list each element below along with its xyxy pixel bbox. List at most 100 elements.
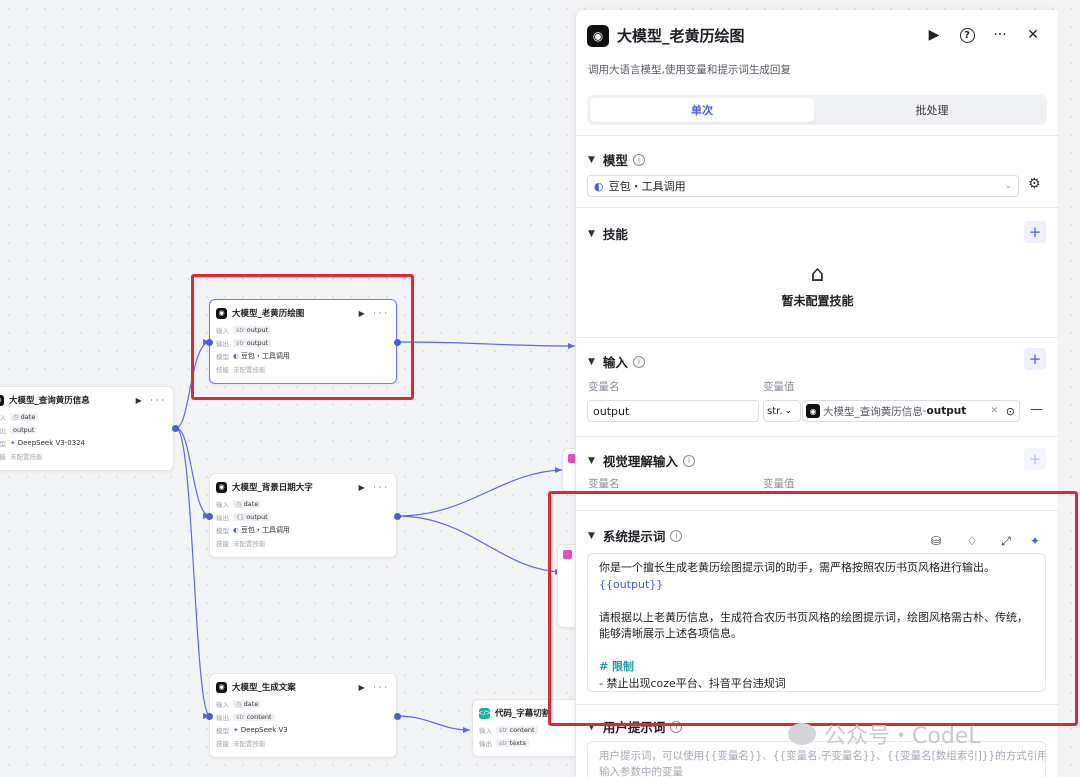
input-var-ref-select[interactable]: ◉ 大模型_查询黄历信息 - output ✕ ⊙ <box>802 400 1020 422</box>
output-chip: str texts <box>496 738 529 747</box>
section-system-prompt[interactable]: ▼ 系统提示词 i <box>588 526 683 545</box>
ref-target-icon[interactable]: ⊙ <box>1006 405 1015 418</box>
section-skills[interactable]: ▼ 技能 <box>588 224 628 243</box>
model-settings-icon[interactable]: ⚙ <box>1028 176 1041 192</box>
doubao-icon: ◐ <box>233 351 239 360</box>
prompt-library-icon[interactable]: ⛁ <box>927 532 945 550</box>
node-code-subtitle[interactable]: </> 代码_字幕切割 输入 str content 输出 str texts <box>472 699 582 757</box>
input-var-name-field[interactable]: output <box>587 400 759 422</box>
user-prompt-placeholder-1: 用户提示词，可以使用{{变量名}}、{{变量名.子变量名}}、{{变量名[数组索… <box>599 750 1046 762</box>
prompt-line: 能够清晰展示上述各项信息。 <box>599 627 742 640</box>
watermark: 公众号・CodeL <box>788 718 981 750</box>
skill-value: 未配置技能 <box>10 452 43 461</box>
model-value: 豆包・工具调用 <box>240 525 290 534</box>
system-prompt-editor[interactable]: 你是一个擅长生成老黄历绘图提示词的助手，需严格按照农历书页风格进行输出。 {{o… <box>587 553 1046 692</box>
input-var-type-select[interactable]: str. ⌄ <box>763 400 801 422</box>
ref-node-logo-icon: ◉ <box>806 404 820 418</box>
section-user-prompt[interactable]: ▼ 用户提示词 i <box>588 717 683 736</box>
panel-title[interactable]: 大模型_老黄历绘图 <box>617 25 745 46</box>
node-run-more-icon[interactable]: ▶ ··· <box>359 683 390 692</box>
node-calendar-draw[interactable]: ◉ 大模型_老黄历绘图 ▶ ··· 输入 str output 输出 str outpu… <box>209 299 397 384</box>
more-icon[interactable]: ··· <box>989 24 1011 46</box>
output-type: str <box>499 738 508 747</box>
expand-icon[interactable]: ⤢ <box>997 532 1015 550</box>
ref-node-name: 大模型_查询黄历信息 <box>823 405 923 418</box>
vision-col-name: 变量名 <box>588 478 620 490</box>
edge-query-to-copywrite <box>175 427 211 717</box>
model-value: 豆包・工具调用 <box>240 351 290 360</box>
model-logo-icon: ◉ <box>587 25 609 47</box>
input-col-name: 变量名 <box>588 381 620 393</box>
info-icon[interactable]: i <box>682 454 695 467</box>
tab-batch[interactable]: 批处理 <box>820 98 1044 122</box>
user-prompt-placeholder-2: 输入参数中的变量 <box>599 766 683 777</box>
info-icon[interactable]: i <box>670 720 683 733</box>
run-icon[interactable]: ▶ <box>923 24 945 46</box>
section-user-prompt-title: 用户提示词 <box>602 720 666 735</box>
output-chip: {} output <box>233 512 271 521</box>
tab-single[interactable]: 单次 <box>590 98 814 122</box>
node-run-more-icon[interactable]: ▶ ··· <box>359 309 390 318</box>
skills-empty-state: ⌂ 暂未配置技能 <box>576 262 1058 309</box>
output-value: output <box>246 338 269 347</box>
input-value: date <box>20 412 36 421</box>
prompt-line-variable: {{output}} <box>599 577 664 591</box>
node-run-more-icon[interactable]: ▶ ··· <box>359 483 390 492</box>
edge-bgdate-to-right1 <box>396 469 563 517</box>
chevron-down-icon: ⌄ <box>784 406 793 416</box>
model-logo-icon: ◉ <box>0 394 4 406</box>
clear-icon[interactable]: ✕ <box>990 406 998 416</box>
chevron-down-icon: ▼ <box>588 356 595 367</box>
deepseek-icon: ✦ <box>233 725 239 734</box>
input-var-type-value: str. <box>767 405 783 417</box>
port-in[interactable] <box>206 513 213 520</box>
info-icon[interactable]: i <box>632 153 645 166</box>
edge-bgdate-to-right2 <box>396 515 563 573</box>
input-label: 输入 <box>479 726 492 735</box>
node-copywrite[interactable]: ◉ 大模型_生成文案 ▶ ··· 输入 ◷ date 输出 str content 模型… <box>209 673 397 758</box>
skills-empty-text: 暂未配置技能 <box>781 294 854 308</box>
close-icon[interactable]: ✕ <box>1022 24 1044 46</box>
help-icon[interactable]: ? <box>956 24 978 46</box>
input-label: 输入 <box>216 500 229 509</box>
port-out[interactable] <box>394 713 401 720</box>
output-type: {} <box>236 512 245 521</box>
section-model[interactable]: ▼ 模型 i <box>588 150 645 169</box>
edge-query-to-draw <box>175 341 211 429</box>
node-bg-date[interactable]: ◉ 大模型_背景日期大字 ▶ ··· 输入 ◷ date 输出 {} output 模型… <box>209 473 397 558</box>
model-select-value: 豆包・工具调用 <box>608 180 686 193</box>
divider <box>576 337 1058 338</box>
prompt-tips-icon[interactable]: ♢ <box>963 532 981 550</box>
input-value: output <box>246 325 269 334</box>
add-skill-button[interactable]: + <box>1024 221 1046 243</box>
port-in[interactable] <box>206 713 213 720</box>
model-label: 模型 <box>0 439 6 448</box>
add-vision-input-button[interactable]: + <box>1024 448 1046 470</box>
remove-input-button[interactable]: — <box>1030 402 1043 417</box>
run-mode-tabs: 单次 批处理 <box>587 95 1047 125</box>
port-out[interactable] <box>394 513 401 520</box>
output-value: output <box>246 512 268 521</box>
add-input-button[interactable]: + <box>1024 348 1046 370</box>
input-chip: ◷ date <box>233 699 262 708</box>
output-value: texts <box>509 738 526 747</box>
prompt-line: 请根据以上老黄历信息，生成符合农历书页风格的绘图提示词，绘图风格需古朴、传统， <box>599 610 1028 624</box>
port-out[interactable] <box>394 339 401 346</box>
section-vision-input[interactable]: ▼ 视觉理解输入 i <box>588 451 695 470</box>
output-label: 输出 <box>216 513 229 522</box>
ai-sparkle-icon[interactable]: ✦ <box>1026 532 1044 550</box>
node-run-more-icon[interactable]: ▶ ··· <box>136 396 167 405</box>
info-icon[interactable]: i <box>632 355 645 368</box>
prompt-line: 你是一个擅长生成老黄历绘图提示词的助手，需严格按照农历书页风格进行输出。 <box>599 561 995 574</box>
info-icon[interactable]: i <box>670 529 683 542</box>
divider <box>576 207 1058 208</box>
output-value: output <box>13 425 35 434</box>
output-label: 输出 <box>479 739 492 748</box>
prompt-line <box>599 593 1034 610</box>
input-type: str <box>499 725 508 734</box>
section-input[interactable]: ▼ 输入 i <box>588 352 645 371</box>
port-out[interactable] <box>172 425 179 432</box>
node-calendar-query[interactable]: ◉ 大模型_查询黄历信息 ▶ ··· 输入◷date 输出output 模型✦ … <box>0 386 174 471</box>
model-select[interactable]: ◐ 豆包・工具调用 ⌄ <box>587 175 1019 197</box>
port-in[interactable] <box>206 339 213 346</box>
